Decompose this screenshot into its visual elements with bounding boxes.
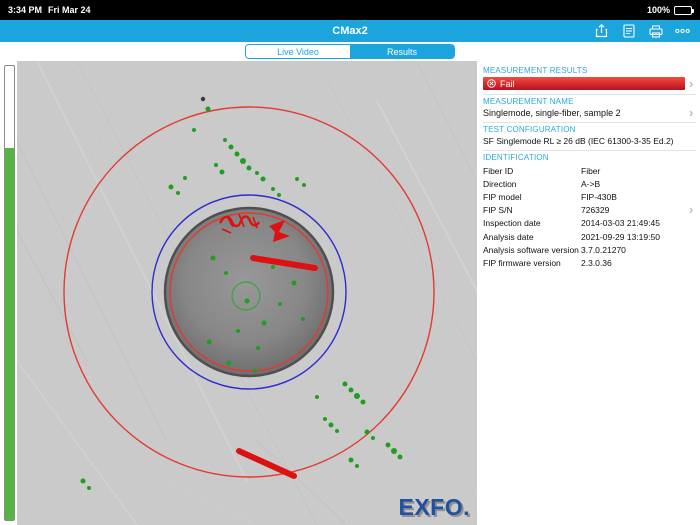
measurement-result-row[interactable]: Fail ›: [483, 77, 696, 90]
report-icon[interactable]: [621, 24, 636, 39]
id-label: FIP firmware version: [483, 257, 561, 268]
identification-header: IDENTIFICATION: [483, 153, 549, 162]
section-identification: IDENTIFICATION Fiber ID Fiber Direction …: [483, 153, 696, 270]
id-row-fip-model: FIP model FIP-430B: [483, 190, 696, 203]
tab-live-video[interactable]: Live Video: [246, 45, 350, 58]
focus-quality-fill: [5, 147, 14, 520]
fiber-inspection-graphic: [17, 61, 477, 525]
section-test-configuration: TEST CONFIGURATION SF Singlemode RL ≥ 26…: [483, 125, 696, 151]
chevron-right-icon: ›: [689, 202, 694, 218]
status-left: 3:34 PM Fri Mar 24: [8, 5, 97, 15]
tab-results[interactable]: Results: [350, 45, 454, 58]
measurement-name-row[interactable]: Singlemode, single-fiber, sample 2 ›: [483, 105, 696, 120]
results-panel: MEASUREMENT RESULTS Fail › MEASUREMENT N…: [477, 61, 700, 525]
date: Fri Mar 24: [48, 5, 91, 15]
measurement-name-header: MEASUREMENT NAME: [483, 97, 574, 106]
id-value: Fiber: [581, 165, 601, 176]
id-label: Analysis software version: [483, 244, 579, 255]
id-value: 2.3.0.36: [581, 257, 612, 268]
id-row-analysis-date: Analysis date 2021-09-29 13:19:50: [483, 230, 696, 243]
id-label: Fiber ID: [483, 165, 514, 176]
tab-bar: Live Video Results: [0, 42, 700, 61]
main-content: EXFO. MEASUREMENT RESULTS Fail › MEASURE…: [0, 61, 700, 525]
id-row-inspection-date: Inspection date 2014-03-03 21:49:45: [483, 217, 696, 230]
measurement-results-header: MEASUREMENT RESULTS: [483, 66, 588, 75]
print-icon[interactable]: [648, 24, 663, 39]
fiber-endface-image: EXFO.: [17, 61, 477, 525]
status-bar: 3:34 PM Fri Mar 24 100%: [0, 0, 700, 20]
id-row-fiber-id: Fiber ID Fiber: [483, 164, 696, 177]
test-configuration-value: SF Singlemode RL ≥ 26 dB (IEC 61300-3-35…: [483, 136, 674, 146]
app-header: CMax2: [0, 20, 700, 42]
header-icons: [594, 24, 690, 39]
measurement-name-value: Singlemode, single-fiber, sample 2: [483, 108, 621, 118]
id-row-fip-sn[interactable]: FIP S/N 726329 ›: [483, 202, 696, 218]
cmax2-app: 3:34 PM Fri Mar 24 100% CMax2 Live Video…: [0, 0, 700, 525]
test-configuration-header: TEST CONFIGURATION: [483, 125, 576, 134]
status-right: 100%: [646, 5, 694, 15]
more-icon[interactable]: [675, 24, 690, 39]
id-value: 2014-03-03 21:49:45: [581, 218, 660, 229]
clock: 3:34 PM: [8, 5, 43, 15]
fail-icon: [487, 79, 496, 88]
view-segmented-control: Live Video Results: [245, 44, 455, 59]
id-label: Analysis date: [483, 231, 534, 242]
id-label: FIP model: [483, 191, 522, 202]
battery-icon: [674, 5, 694, 15]
fiber-cladding: [163, 206, 335, 378]
id-label: FIP S/N: [483, 205, 513, 216]
chevron-right-icon: ›: [689, 105, 694, 120]
focus-quality-bar: [4, 65, 15, 521]
id-value: FIP-430B: [581, 191, 617, 202]
fail-badge: Fail: [483, 77, 685, 90]
id-row-direction: Direction A->B: [483, 177, 696, 190]
share-icon[interactable]: [594, 24, 609, 39]
id-row-fip-fw-version: FIP firmware version 2.3.0.36: [483, 256, 696, 269]
id-label: Inspection date: [483, 218, 541, 229]
battery-percent: 100%: [646, 5, 670, 15]
id-value: A->B: [581, 178, 601, 189]
id-value: 726329: [581, 205, 610, 216]
result-status: Fail: [500, 78, 515, 89]
section-measurement-results: MEASUREMENT RESULTS Fail ›: [483, 66, 696, 95]
chevron-right-icon: ›: [689, 75, 694, 91]
exfo-logo: EXFO.: [398, 494, 470, 520]
section-measurement-name: MEASUREMENT NAME Singlemode, single-fibe…: [483, 97, 696, 123]
id-label: Direction: [483, 178, 517, 189]
id-value: 2021-09-29 13:19:50: [581, 231, 660, 242]
id-value: 3.7.0.21270: [581, 244, 626, 255]
id-row-analysis-sw-version: Analysis software version 3.7.0.21270: [483, 243, 696, 256]
